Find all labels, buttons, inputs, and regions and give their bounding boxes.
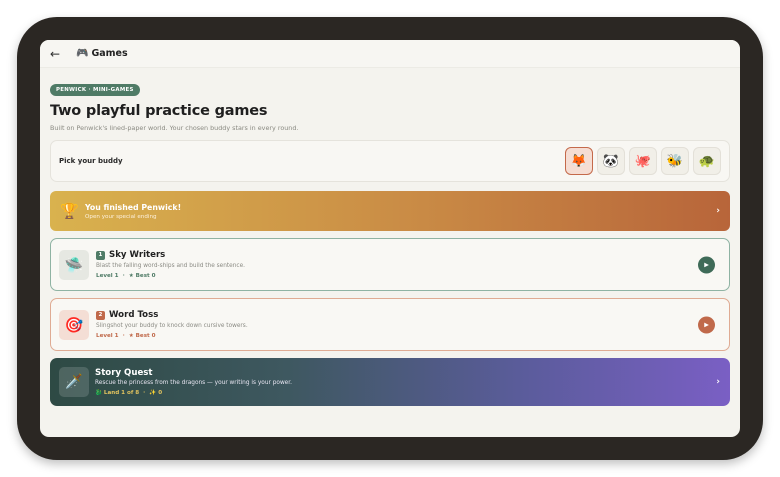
buddy-fox-option[interactable]: 🦊 xyxy=(565,147,593,175)
game-title: Word Toss xyxy=(109,310,159,320)
game-description: Slingshot your buddy to knock down cursi… xyxy=(96,323,248,329)
meta-separator: · xyxy=(122,273,125,279)
top-bar: ← 🎮 Games xyxy=(40,40,740,68)
game-description: Blast the falling word-ships and build t… xyxy=(96,263,246,269)
game-card-sky-writers[interactable]: 🛸 1 Sky Writers Blast the falling word-s… xyxy=(50,238,730,291)
quest-description: Rescue the princess from the dragons — y… xyxy=(95,380,292,386)
banner-title: You finished Penwick! xyxy=(85,202,182,212)
game-meta: Level 1 · ★ Best 0 xyxy=(96,333,248,339)
play-button[interactable]: ▶ xyxy=(698,316,715,333)
main-content: PENWICK · MINI-GAMES Two playful practic… xyxy=(40,68,740,406)
sword-icon: 🗡️ xyxy=(59,367,89,397)
game-level: Level 1 xyxy=(96,333,119,339)
main-subheading: Built on Penwick's lined-paper world. Yo… xyxy=(50,124,299,132)
trophy-icon: 🏆 xyxy=(60,202,79,220)
buddy-turtle-option[interactable]: 🐢 xyxy=(693,147,721,175)
game-info: 1 Sky Writers Blast the falling word-shi… xyxy=(96,250,245,279)
quest-title: Story Quest xyxy=(95,368,153,378)
game-title-row: 1 Sky Writers xyxy=(96,250,245,260)
ufo-icon: 🛸 xyxy=(59,249,89,280)
app-screen: ← 🎮 Games PENWICK · MINI-GAMES Two playf… xyxy=(40,40,740,437)
chevron-right-icon: › xyxy=(716,206,720,216)
quest-meta: 🐉 Land 1 of 8 · ✨ 0 xyxy=(95,390,292,396)
banner-subtitle: Open your special ending xyxy=(85,213,157,220)
story-quest-card[interactable]: 🗡️ Story Quest Rescue the princess from … xyxy=(50,358,730,406)
game-level: Level 1 xyxy=(96,273,119,279)
finished-banner[interactable]: 🏆 You finished Penwick! Open your specia… xyxy=(50,191,730,231)
game-meta: Level 1 · ★ Best 0 xyxy=(96,273,245,279)
target-icon: 🎯 xyxy=(59,309,89,340)
game-best-score: ★ Best 0 xyxy=(128,273,156,279)
game-card-word-toss[interactable]: 🎯 2 Word Toss Slingshot your buddy to kn… xyxy=(50,298,730,351)
game-title: Sky Writers xyxy=(109,250,166,260)
buddy-bee-option[interactable]: 🐝 xyxy=(661,147,689,175)
game-best-score: ★ Best 0 xyxy=(128,333,156,339)
play-icon: ▶ xyxy=(704,261,709,268)
gamepad-icon: 🎮 xyxy=(76,48,89,59)
quest-land-progress: 🐉 Land 1 of 8 xyxy=(95,390,140,396)
quest-info: Story Quest Rescue the princess from the… xyxy=(95,368,292,396)
back-arrow-icon[interactable]: ← xyxy=(50,47,66,61)
buddy-octopus-option[interactable]: 🐙 xyxy=(629,147,657,175)
play-button[interactable]: ▶ xyxy=(698,256,715,273)
play-icon: ▶ xyxy=(704,321,709,328)
page-title: 🎮 Games xyxy=(76,48,128,59)
section-pill: PENWICK · MINI-GAMES xyxy=(50,84,140,96)
meta-separator: · xyxy=(122,333,125,339)
banner-text: You finished Penwick! Open your special … xyxy=(85,203,181,220)
meta-separator: · xyxy=(143,390,146,396)
game-number-badge: 1 xyxy=(96,250,105,260)
buddy-label: Pick your buddy xyxy=(59,157,123,165)
page-title-text: Games xyxy=(91,48,128,59)
quest-sparkles: ✨ 0 xyxy=(149,390,163,396)
game-title-row: 2 Word Toss xyxy=(96,310,248,320)
game-info: 2 Word Toss Slingshot your buddy to knoc… xyxy=(96,310,248,339)
buddy-options: 🦊 🐼 🐙 🐝 🐢 xyxy=(565,147,721,175)
game-number-badge: 2 xyxy=(96,310,105,320)
buddy-panda-option[interactable]: 🐼 xyxy=(597,147,625,175)
chevron-right-icon: › xyxy=(716,377,720,387)
main-heading: Two playful practice games xyxy=(50,103,268,119)
buddy-picker: Pick your buddy 🦊 🐼 🐙 🐝 🐢 xyxy=(50,140,730,182)
